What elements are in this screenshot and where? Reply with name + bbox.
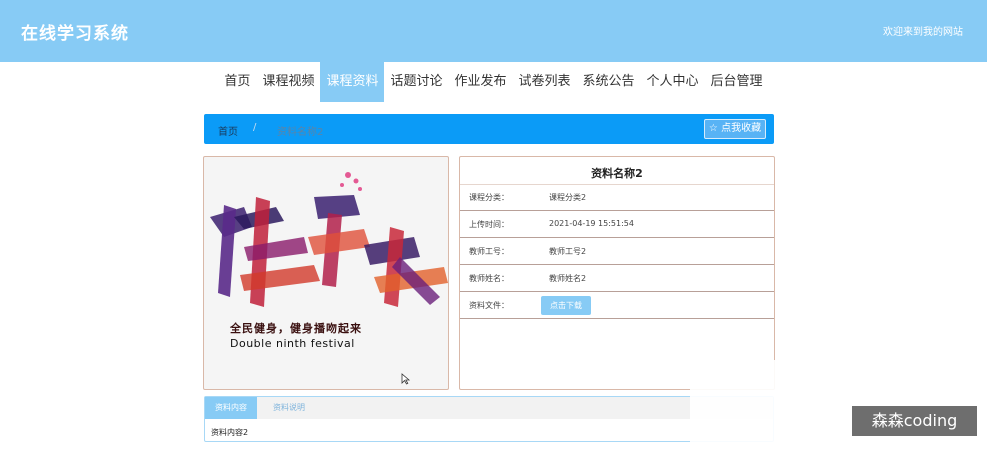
tab-bar: 资料内容 资料说明 bbox=[205, 397, 773, 419]
info-label: 教师工号： bbox=[469, 247, 509, 256]
material-cover-image: 全民健身，健身播吻起来 Double ninth festival bbox=[203, 156, 449, 390]
nav-home[interactable]: 首页 bbox=[218, 62, 256, 102]
nav-topic-discussion[interactable]: 话题讨论 bbox=[384, 62, 448, 102]
nav-admin[interactable]: 后台管理 bbox=[705, 62, 769, 102]
material-info-panel: 资料名称2 课程分类： 课程分类2 上传时间： 2021-04-19 15:51… bbox=[459, 156, 775, 390]
tab-material-content[interactable]: 资料内容 bbox=[205, 397, 257, 419]
top-header: 在线学习系统 欢迎来到我的网站 bbox=[0, 0, 987, 62]
info-row-upload-time: 上传时间： 2021-04-19 15:51:54 bbox=[460, 211, 774, 238]
nav-homework[interactable]: 作业发布 bbox=[448, 62, 512, 102]
material-title: 资料名称2 bbox=[591, 167, 643, 180]
site-title: 在线学习系统 bbox=[21, 24, 129, 44]
info-label: 教师姓名： bbox=[469, 274, 509, 283]
info-value: 课程分类2 bbox=[549, 193, 587, 202]
info-row-file: 资料文件： 点击下载 bbox=[460, 292, 774, 319]
nav-personal-center[interactable]: 个人中心 bbox=[641, 62, 705, 102]
nav-course-video[interactable]: 课程视频 bbox=[256, 62, 320, 102]
info-label: 资料文件： bbox=[469, 301, 509, 310]
nav-exam-list[interactable]: 试卷列表 bbox=[513, 62, 577, 102]
info-row-teacher-name: 教师姓名： 教师姓名2 bbox=[460, 265, 774, 292]
info-label: 课程分类： bbox=[469, 193, 509, 202]
nav-course-material[interactable]: 课程资料 bbox=[320, 62, 385, 102]
info-value: 教师姓名2 bbox=[549, 274, 587, 283]
welcome-text: 欢迎来到我的网站 bbox=[883, 27, 963, 38]
info-label: 上传时间： bbox=[469, 220, 509, 229]
watermark-badge: 森森coding bbox=[852, 406, 977, 436]
breadcrumb-current: 资料名称2 bbox=[277, 127, 324, 138]
breadcrumb-separator: / bbox=[253, 122, 257, 133]
info-value: 教师工号2 bbox=[549, 247, 587, 256]
material-tabs: 资料内容 资料说明 资料内容2 bbox=[204, 396, 774, 442]
breadcrumb-home[interactable]: 首页 bbox=[218, 123, 238, 138]
breadcrumb: 首页 / 资料名称2 ☆ 点我收藏 bbox=[204, 114, 774, 144]
main-nav: 首页 课程视频 课程资料 话题讨论 作业发布 试卷列表 系统公告 个人中心 后台… bbox=[0, 62, 987, 102]
nav-announcement[interactable]: 系统公告 bbox=[577, 62, 641, 102]
info-value: 2021-04-19 15:51:54 bbox=[549, 219, 634, 228]
tab-content-text: 资料内容2 bbox=[211, 428, 249, 437]
tab-material-description[interactable]: 资料说明 bbox=[263, 397, 315, 419]
info-row-category: 课程分类： 课程分类2 bbox=[460, 184, 774, 211]
favorite-button[interactable]: ☆ 点我收藏 bbox=[704, 119, 766, 139]
mouse-cursor-icon bbox=[401, 373, 411, 385]
calligraphy-artwork bbox=[210, 172, 448, 307]
info-row-teacher-id: 教师工号： 教师工号2 bbox=[460, 238, 774, 265]
download-button[interactable]: 点击下载 bbox=[541, 296, 591, 315]
poster-subtitle: Double ninth festival bbox=[230, 337, 355, 350]
poster-tagline: 全民健身，健身播吻起来 bbox=[230, 322, 362, 335]
